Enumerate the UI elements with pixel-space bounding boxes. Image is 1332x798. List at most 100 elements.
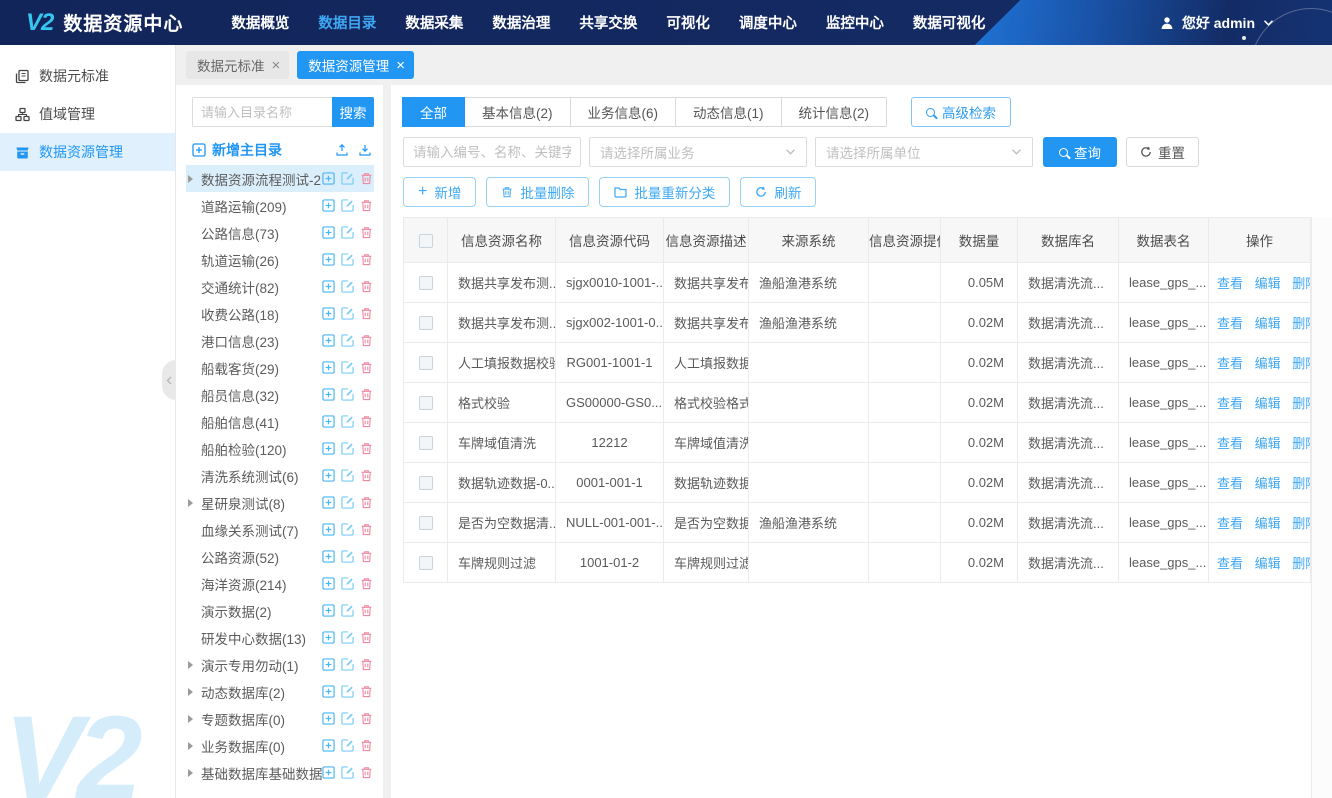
upload-icon[interactable] — [335, 143, 349, 157]
row-checkbox[interactable] — [419, 556, 433, 570]
nav-menu-item[interactable]: 数据采集 — [405, 12, 463, 33]
tree-item[interactable]: 专题数据库(0) — [186, 705, 374, 732]
edit-icon[interactable] — [341, 658, 354, 671]
edit-icon[interactable] — [341, 631, 354, 644]
collapse-panel-button[interactable] — [162, 360, 176, 400]
tree-item[interactable]: 船舶信息(41) — [186, 408, 374, 435]
query-button[interactable]: 查询 — [1043, 137, 1117, 167]
expand-icon[interactable] — [188, 229, 201, 237]
delete-icon[interactable] — [360, 361, 373, 374]
view-link[interactable]: 查看 — [1217, 516, 1243, 531]
view-link[interactable]: 查看 — [1217, 396, 1243, 411]
tree-item[interactable]: 道路运输(209) — [186, 192, 374, 219]
delete-icon[interactable] — [360, 631, 373, 644]
row-checkbox[interactable] — [419, 476, 433, 490]
expand-icon[interactable] — [188, 526, 201, 534]
tree-item[interactable]: 海洋资源(214) — [186, 570, 374, 597]
expand-icon[interactable] — [188, 769, 201, 777]
category-tab[interactable]: 动态信息(1) — [675, 97, 782, 127]
edit-link[interactable]: 编辑 — [1255, 356, 1281, 371]
nav-menu-item[interactable]: 监控中心 — [826, 12, 884, 33]
expand-icon[interactable] — [188, 499, 201, 507]
category-tab[interactable]: 基本信息(2) — [464, 97, 571, 127]
expand-icon[interactable] — [188, 472, 201, 480]
row-checkbox[interactable] — [419, 276, 433, 290]
edit-icon[interactable] — [341, 550, 354, 563]
tree-item[interactable]: 轨道运输(26) — [186, 246, 374, 273]
tree-item[interactable]: 基础数据库基础数据... — [186, 759, 374, 786]
business-select[interactable]: 请选择所属业务 — [589, 137, 807, 167]
add-child-icon[interactable] — [322, 739, 335, 752]
add-child-icon[interactable] — [322, 199, 335, 212]
expand-icon[interactable] — [188, 310, 201, 318]
view-link[interactable]: 查看 — [1217, 356, 1243, 371]
edit-icon[interactable] — [341, 334, 354, 347]
tree-item[interactable]: 船舶检验(120) — [186, 435, 374, 462]
edit-icon[interactable] — [341, 496, 354, 509]
edit-link[interactable]: 编辑 — [1255, 276, 1281, 291]
edit-link[interactable]: 编辑 — [1255, 516, 1281, 531]
add-child-icon[interactable] — [322, 766, 335, 779]
expand-icon[interactable] — [188, 742, 201, 750]
nav-menu-item[interactable]: 共享交换 — [579, 12, 637, 33]
expand-icon[interactable] — [188, 553, 201, 561]
reset-button[interactable]: 重置 — [1126, 137, 1199, 167]
expand-icon[interactable] — [188, 364, 201, 372]
delete-icon[interactable] — [360, 469, 373, 482]
refresh-button[interactable]: 刷新 — [740, 177, 816, 207]
expand-icon[interactable] — [188, 715, 201, 723]
expand-icon[interactable] — [188, 283, 201, 291]
close-icon[interactable] — [272, 57, 281, 74]
delete-icon[interactable] — [360, 766, 373, 779]
delete-icon[interactable] — [360, 685, 373, 698]
edit-icon[interactable] — [341, 172, 354, 185]
add-child-icon[interactable] — [322, 334, 335, 347]
tree-item[interactable]: 船载客货(29) — [186, 354, 374, 381]
edit-icon[interactable] — [341, 199, 354, 212]
delete-icon[interactable] — [360, 523, 373, 536]
batch-reclassify-button[interactable]: 批量重新分类 — [599, 177, 730, 207]
tree-search-input[interactable] — [192, 97, 332, 127]
advanced-search-button[interactable]: 高级检索 — [911, 97, 1011, 127]
tree-item[interactable]: 公路信息(73) — [186, 219, 374, 246]
tree-item[interactable]: 演示专用勿动(1) — [186, 651, 374, 678]
nav-menu-item[interactable]: 可视化 — [666, 12, 710, 33]
add-child-icon[interactable] — [322, 415, 335, 428]
delete-icon[interactable] — [360, 712, 373, 725]
row-checkbox[interactable] — [419, 356, 433, 370]
expand-icon[interactable] — [188, 202, 201, 210]
expand-icon[interactable] — [188, 607, 201, 615]
edit-icon[interactable] — [341, 388, 354, 401]
delete-icon[interactable] — [360, 577, 373, 590]
tree-item[interactable]: 船员信息(32) — [186, 381, 374, 408]
delete-icon[interactable] — [360, 226, 373, 239]
edit-icon[interactable] — [341, 739, 354, 752]
edit-icon[interactable] — [341, 415, 354, 428]
view-link[interactable]: 查看 — [1217, 556, 1243, 571]
delete-link[interactable]: 删除 — [1292, 436, 1310, 451]
add-child-icon[interactable] — [322, 172, 335, 185]
edit-link[interactable]: 编辑 — [1255, 396, 1281, 411]
expand-icon[interactable] — [188, 391, 201, 399]
add-child-icon[interactable] — [322, 712, 335, 725]
sidebar-item-data-element-standard[interactable]: 数据元标准 — [0, 57, 175, 95]
tree-item[interactable]: 数据资源流程测试-2... — [186, 165, 374, 192]
batch-delete-button[interactable]: 批量删除 — [486, 177, 589, 207]
delete-icon[interactable] — [360, 658, 373, 671]
expand-icon[interactable] — [188, 661, 201, 669]
add-child-icon[interactable] — [322, 307, 335, 320]
add-child-icon[interactable] — [322, 523, 335, 536]
edit-icon[interactable] — [341, 307, 354, 320]
edit-link[interactable]: 编辑 — [1255, 436, 1281, 451]
sidebar-item-value-domain[interactable]: 值域管理 — [0, 95, 175, 133]
tree-item[interactable]: 港口信息(23) — [186, 327, 374, 354]
delete-icon[interactable] — [360, 496, 373, 509]
tree-item[interactable]: 星研泉测试(8) — [186, 489, 374, 516]
add-child-icon[interactable] — [322, 604, 335, 617]
expand-icon[interactable] — [188, 256, 201, 264]
tree-item[interactable]: 交通统计(82) — [186, 273, 374, 300]
edit-icon[interactable] — [341, 523, 354, 536]
close-icon[interactable] — [396, 57, 405, 74]
category-tab[interactable]: 全部 — [402, 97, 465, 127]
tree-item[interactable]: 清洗系统测试(6) — [186, 462, 374, 489]
